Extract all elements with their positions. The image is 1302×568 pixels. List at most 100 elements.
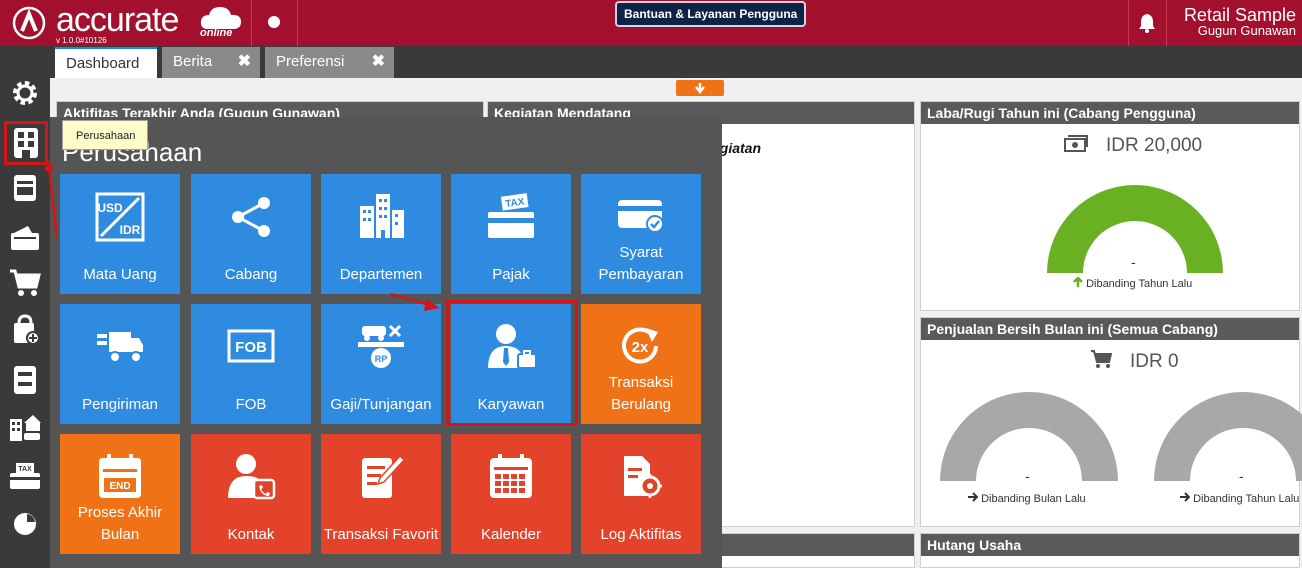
close-icon[interactable]: ✖ <box>238 47 251 77</box>
share-icon <box>191 192 311 242</box>
tile-label: Transaksi Berulang <box>608 374 674 413</box>
sales-month-compare: Dibanding Bulan Lalu <box>968 492 1086 505</box>
tile-cabang[interactable]: Cabang <box>191 174 311 294</box>
compare-label: Dibanding Bulan Lalu <box>981 493 1086 505</box>
assets-icon[interactable] <box>5 410 45 446</box>
book-icon[interactable] <box>5 170 45 206</box>
tab-berita[interactable]: Berita ✖ <box>162 47 260 78</box>
sales-amount: IDR 0 <box>1130 351 1179 372</box>
tile-label: Pajak <box>492 266 530 283</box>
cart-icon <box>1090 349 1113 374</box>
company-menu: Perusahaan USD IDR Mata Uang Cabang Depar… <box>50 117 722 568</box>
log-icon <box>581 452 701 502</box>
tab-preferensi[interactable]: Preferensi ✖ <box>265 47 394 78</box>
tile-transaksi-favorit[interactable]: Transaksi Favorit <box>321 434 441 554</box>
sidebar: TAX <box>0 78 50 568</box>
card-check-icon <box>581 196 701 236</box>
contact-icon <box>191 452 311 502</box>
rp-text: RP <box>375 354 388 364</box>
arrow-up-icon <box>1073 276 1083 287</box>
tab-label: Preferensi <box>276 53 345 70</box>
gear-icon[interactable] <box>5 75 45 111</box>
payroll-icon: RP <box>321 322 441 372</box>
tile-label: Cabang <box>224 266 278 283</box>
calendar-icon <box>451 452 571 500</box>
fob-icon: FOB <box>191 328 311 364</box>
building-icon[interactable] <box>4 121 48 165</box>
tile-pengiriman[interactable]: Pengiriman <box>60 304 180 424</box>
sidebar-tooltip: Perusahaan <box>62 120 148 150</box>
arrow-down-icon <box>695 83 705 94</box>
bell-icon[interactable] <box>1128 0 1166 46</box>
tile-label: Transaksi Favorit <box>323 526 439 543</box>
tab-label: Berita <box>173 53 213 70</box>
company-switcher[interactable]: Retail Sample Gugun Gunawan <box>1184 6 1296 38</box>
tile-label: Proses Akhir Bulan <box>77 504 163 543</box>
brand-name: accurate <box>56 1 179 39</box>
cart-icon[interactable] <box>5 265 45 301</box>
idr-text: IDR <box>120 223 141 237</box>
brand-logo[interactable]: accurate online v 1.0.0#10126 <box>8 1 258 45</box>
profit-amount: IDR 20,000 <box>1106 135 1203 156</box>
tile-label: Kalender <box>480 526 542 543</box>
brand-online: online <box>200 27 233 39</box>
tile-label: Mata Uang <box>83 266 157 283</box>
tab-label: Dashboard <box>66 55 140 72</box>
currency-icon: USD IDR <box>60 192 180 242</box>
compare-label: Dibanding Tahun Lalu <box>1193 493 1300 505</box>
brand-version: v 1.0.0#10126 <box>56 36 107 45</box>
tab-bar: Dashboard Berita ✖ Preferensi ✖ <box>0 46 1302 78</box>
status-dot-icon[interactable] <box>268 16 280 28</box>
tile-kontak[interactable]: Kontak <box>191 434 311 554</box>
tile-label: Syarat Pembayaran <box>598 244 684 283</box>
tile-transaksi-berulang[interactable]: 2x Transaksi Berulang <box>581 304 701 424</box>
arrow-right-icon <box>968 492 979 502</box>
tile-departemen[interactable]: Departemen <box>321 174 441 294</box>
divider <box>1166 0 1167 46</box>
accurate-logo-icon <box>8 5 50 41</box>
pie-chart-icon[interactable] <box>5 506 45 542</box>
tile-fob[interactable]: FOB FOB <box>191 304 311 424</box>
profit-compare: Dibanding Tahun Lalu <box>1073 276 1193 290</box>
arrow-right-icon <box>1180 492 1191 502</box>
money-icon <box>1064 134 1088 159</box>
tile-label: Kontak <box>227 526 275 543</box>
calendar-end-icon: END <box>60 452 180 500</box>
profit-value: - <box>1131 254 1136 270</box>
tax-icon[interactable]: TAX <box>5 458 45 494</box>
tab-dashboard[interactable]: Dashboard <box>55 47 157 78</box>
divider <box>251 0 252 46</box>
tile-pajak[interactable]: TAX Pajak <box>451 174 571 294</box>
sales-year-gauge <box>1154 392 1302 481</box>
user-name: Gugun Gunawan <box>1197 23 1296 38</box>
collapse-button[interactable] <box>676 80 724 96</box>
tax-text: TAX <box>505 197 526 211</box>
top-bar: accurate online v 1.0.0#10126 Bantuan & … <box>0 0 1302 46</box>
tile-syarat-pembayaran[interactable]: Syarat Pembayaran <box>581 174 701 294</box>
repeat-2x-icon: 2x <box>581 324 701 368</box>
tile-kalender[interactable]: Kalender <box>451 434 571 554</box>
tax-icon-label: TAX <box>18 466 32 473</box>
help-button[interactable]: Bantuan & Layanan Pengguna <box>615 1 807 27</box>
highlight-frame <box>446 300 578 426</box>
end-text: END <box>109 481 130 492</box>
compare-label: Dibanding Tahun Lalu <box>1086 278 1193 290</box>
tile-label: FOB <box>235 396 267 413</box>
wallet-icon[interactable] <box>5 220 45 256</box>
sales-year-value: - <box>1239 468 1244 484</box>
bag-icon[interactable] <box>5 312 45 348</box>
tile-mata-uang[interactable]: USD IDR Mata Uang <box>60 174 180 294</box>
divider <box>297 0 298 46</box>
sales-year-compare: Dibanding Tahun Lalu <box>1180 492 1299 505</box>
tile-proses-akhir-bulan[interactable]: END Proses Akhir Bulan <box>60 434 180 554</box>
twox-text: 2x <box>632 339 649 356</box>
tile-log-aktifitas[interactable]: Log Aktifitas <box>581 434 701 554</box>
close-icon[interactable]: ✖ <box>372 47 385 77</box>
archive-icon[interactable] <box>5 362 45 398</box>
tile-gaji-tunjangan[interactable]: RP Gaji/Tunjangan <box>321 304 441 424</box>
buildings-icon <box>321 192 441 242</box>
panel-title: Hutang Usaha <box>921 534 1299 556</box>
favorite-doc-icon <box>321 452 441 502</box>
sales-panel: Penjualan Bersih Bulan ini (Semua Cabang… <box>920 317 1302 527</box>
usd-text: USD <box>97 201 123 215</box>
